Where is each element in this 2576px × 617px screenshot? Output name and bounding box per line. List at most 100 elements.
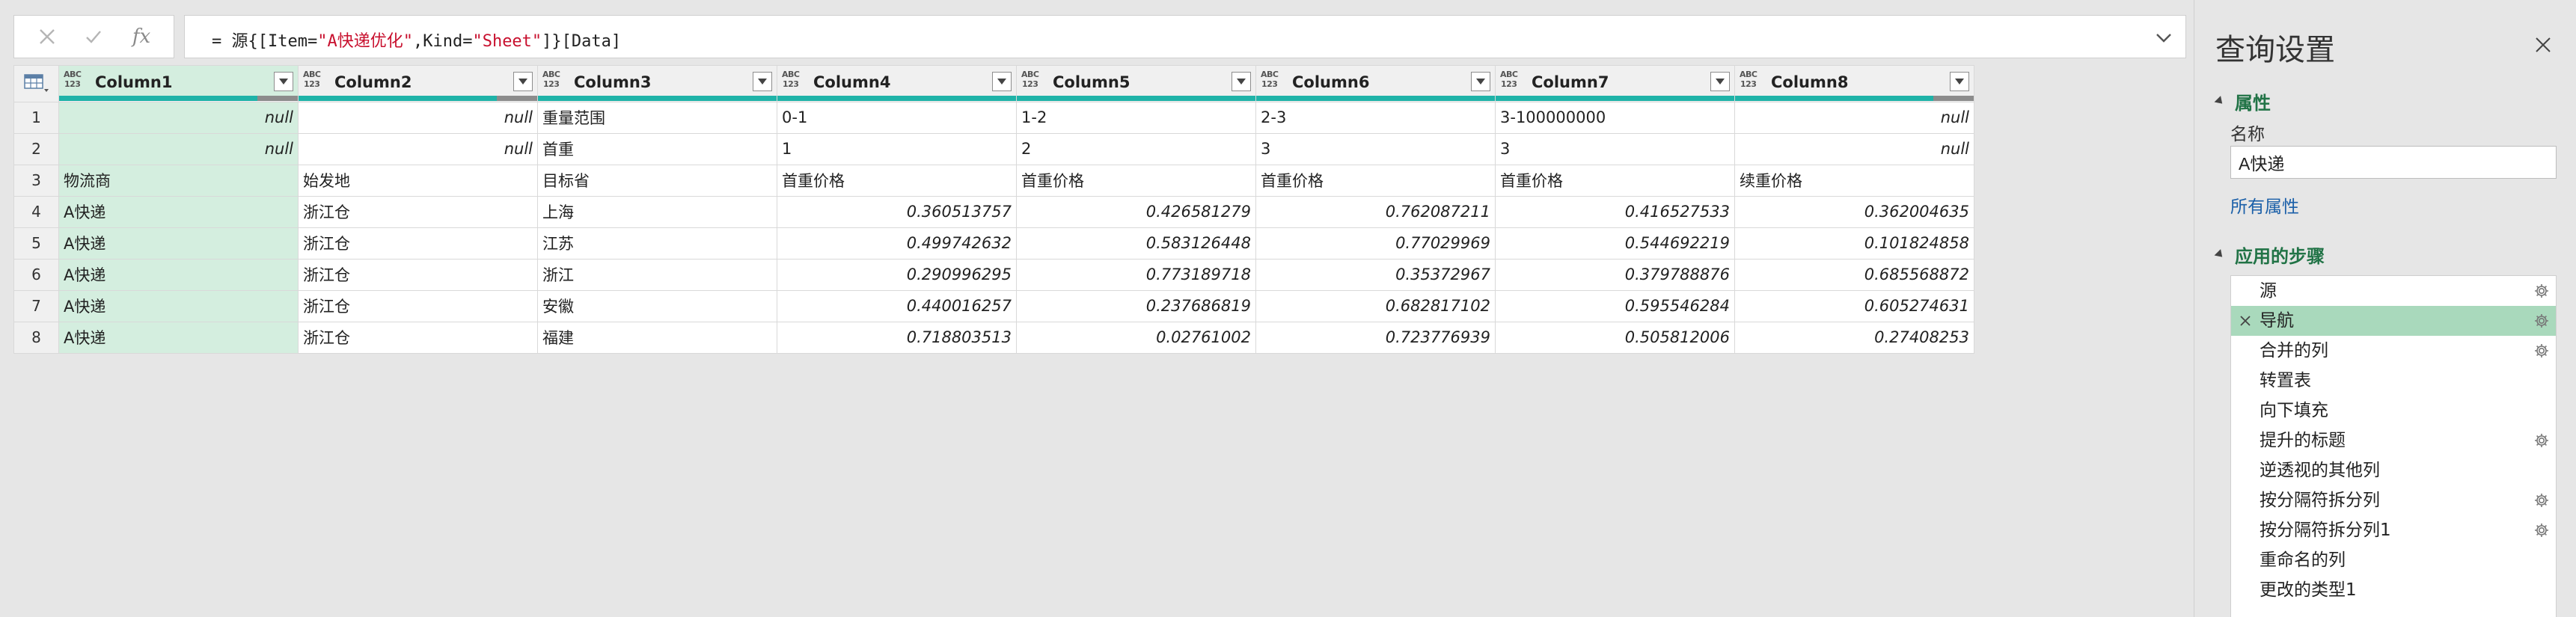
table-cell[interactable]: 上海 [537, 195, 777, 228]
column-header[interactable]: ABC 123 Column4 [777, 65, 1017, 96]
properties-section-header[interactable]: 属性 [2214, 88, 2271, 114]
column-header[interactable]: ABC 123 Column8 [1734, 65, 1974, 96]
column-header[interactable]: ABC 123 Column7 [1495, 65, 1735, 96]
table-cell[interactable]: 续重价格 [1734, 164, 1974, 197]
table-cell[interactable]: 0.35372967 [1255, 258, 1496, 291]
table-cell[interactable]: 0.362004635 [1734, 195, 1974, 228]
row-number[interactable]: 3 [13, 164, 59, 197]
filter-dropdown-icon[interactable] [992, 72, 1012, 91]
table-options-button[interactable] [13, 65, 59, 102]
table-cell[interactable]: 0.605274631 [1734, 289, 1974, 322]
table-cell[interactable]: A快递 [58, 321, 299, 354]
cancel-edit-icon[interactable] [25, 16, 70, 58]
table-cell[interactable]: 0.02761002 [1016, 321, 1256, 354]
row-number[interactable]: 5 [13, 227, 59, 260]
table-cell[interactable]: A快递 [58, 258, 299, 291]
column-header[interactable]: ABC 123 Column2 [298, 65, 538, 96]
column-header[interactable]: ABC 123 Column6 [1255, 65, 1496, 96]
gear-icon[interactable] [2533, 343, 2550, 359]
table-cell[interactable]: 1 [777, 132, 1017, 165]
any-type-icon[interactable]: ABC 123 [1500, 70, 1518, 89]
table-cell[interactable]: 0.773189718 [1016, 258, 1256, 291]
table-cell[interactable]: 目标省 [537, 164, 777, 197]
table-cell[interactable]: 0.505812006 [1495, 321, 1735, 354]
table-cell[interactable]: 首重价格 [1016, 164, 1256, 197]
any-type-icon[interactable]: ABC 123 [1021, 70, 1039, 89]
table-cell[interactable]: 0.27408253 [1734, 321, 1974, 354]
table-cell[interactable]: 0.595546284 [1495, 289, 1735, 322]
table-cell[interactable]: null [58, 132, 299, 165]
applied-step-item[interactable]: 合并的列 [2231, 336, 2556, 366]
table-cell[interactable]: null [1734, 132, 1974, 165]
table-cell[interactable]: 首重价格 [777, 164, 1017, 197]
table-cell[interactable]: 重量范围 [537, 101, 777, 134]
table-cell[interactable]: 3 [1495, 132, 1735, 165]
table-cell[interactable]: 浙江仓 [298, 227, 538, 260]
table-cell[interactable]: 福建 [537, 321, 777, 354]
applied-step-item[interactable]: 更改的类型1 [2231, 575, 2556, 605]
applied-step-item[interactable]: 逆透视的其他列 [2231, 455, 2556, 485]
table-cell[interactable]: null [298, 101, 538, 134]
filter-dropdown-icon[interactable] [513, 72, 533, 91]
delete-step-icon[interactable] [2239, 314, 2252, 328]
table-cell[interactable]: 0.379788876 [1495, 258, 1735, 291]
table-cell[interactable]: 2-3 [1255, 101, 1496, 134]
table-cell[interactable]: 浙江仓 [298, 195, 538, 228]
table-cell[interactable]: 物流商 [58, 164, 299, 197]
table-cell[interactable]: 0.544692219 [1495, 227, 1735, 260]
column-header[interactable]: ABC 123 Column5 [1016, 65, 1256, 96]
table-cell[interactable]: 2 [1016, 132, 1256, 165]
confirm-edit-icon[interactable] [71, 16, 116, 58]
any-type-icon[interactable]: ABC 123 [1740, 70, 1757, 89]
all-properties-link[interactable]: 所有属性 [2230, 192, 2299, 218]
table-cell[interactable]: 3 [1255, 132, 1496, 165]
table-cell[interactable]: null [1734, 101, 1974, 134]
gear-icon[interactable] [2533, 283, 2550, 299]
table-cell[interactable]: 0.583126448 [1016, 227, 1256, 260]
filter-dropdown-icon[interactable] [753, 72, 772, 91]
filter-dropdown-icon[interactable] [1232, 72, 1251, 91]
applied-step-item[interactable]: 导航 [2231, 306, 2556, 336]
table-cell[interactable]: 始发地 [298, 164, 538, 197]
table-cell[interactable]: 0.499742632 [777, 227, 1017, 260]
column-header[interactable]: ABC 123 Column1 [58, 65, 299, 96]
table-cell[interactable]: 0.718803513 [777, 321, 1017, 354]
applied-step-item[interactable]: 源 [2231, 276, 2556, 306]
table-cell[interactable]: null [298, 132, 538, 165]
filter-dropdown-icon[interactable] [1950, 72, 1969, 91]
table-cell[interactable]: null [58, 101, 299, 134]
table-cell[interactable]: 0.237686819 [1016, 289, 1256, 322]
table-cell[interactable]: 首重价格 [1255, 164, 1496, 197]
row-number[interactable]: 2 [13, 132, 59, 165]
table-cell[interactable]: 浙江仓 [298, 258, 538, 291]
row-number[interactable]: 1 [13, 101, 59, 134]
any-type-icon[interactable]: ABC 123 [782, 70, 800, 89]
table-cell[interactable]: 浙江仓 [298, 289, 538, 322]
table-cell[interactable]: 安徽 [537, 289, 777, 322]
row-number[interactable]: 6 [13, 258, 59, 291]
any-type-icon[interactable]: ABC 123 [64, 70, 82, 89]
applied-step-item[interactable]: 重命名的列 [2231, 545, 2556, 575]
table-cell[interactable]: 首重 [537, 132, 777, 165]
expand-formula-chevron-icon[interactable] [2153, 26, 2175, 49]
applied-steps-section-header[interactable]: 应用的步骤 [2214, 242, 2325, 268]
applied-step-item[interactable]: 按分隔符拆分列1 [2231, 515, 2556, 545]
gear-icon[interactable] [2533, 313, 2550, 329]
table-cell[interactable]: 0.440016257 [777, 289, 1017, 322]
gear-icon[interactable] [2533, 522, 2550, 538]
table-cell[interactable]: 0.723776939 [1255, 321, 1496, 354]
applied-step-item[interactable]: 提升的标题 [2231, 426, 2556, 455]
close-icon[interactable] [2533, 34, 2554, 55]
any-type-icon[interactable]: ABC 123 [1261, 70, 1279, 89]
any-type-icon[interactable]: ABC 123 [542, 70, 560, 89]
table-cell[interactable]: 首重价格 [1495, 164, 1735, 197]
table-cell[interactable]: A快递 [58, 227, 299, 260]
table-cell[interactable]: 0-1 [777, 101, 1017, 134]
table-cell[interactable]: 江苏 [537, 227, 777, 260]
table-cell[interactable]: 0.290996295 [777, 258, 1017, 291]
table-cell[interactable]: 0.762087211 [1255, 195, 1496, 228]
gear-icon[interactable] [2533, 432, 2550, 449]
table-cell[interactable]: 0.77029969 [1255, 227, 1496, 260]
row-number[interactable]: 8 [13, 321, 59, 354]
table-cell[interactable]: 0.360513757 [777, 195, 1017, 228]
